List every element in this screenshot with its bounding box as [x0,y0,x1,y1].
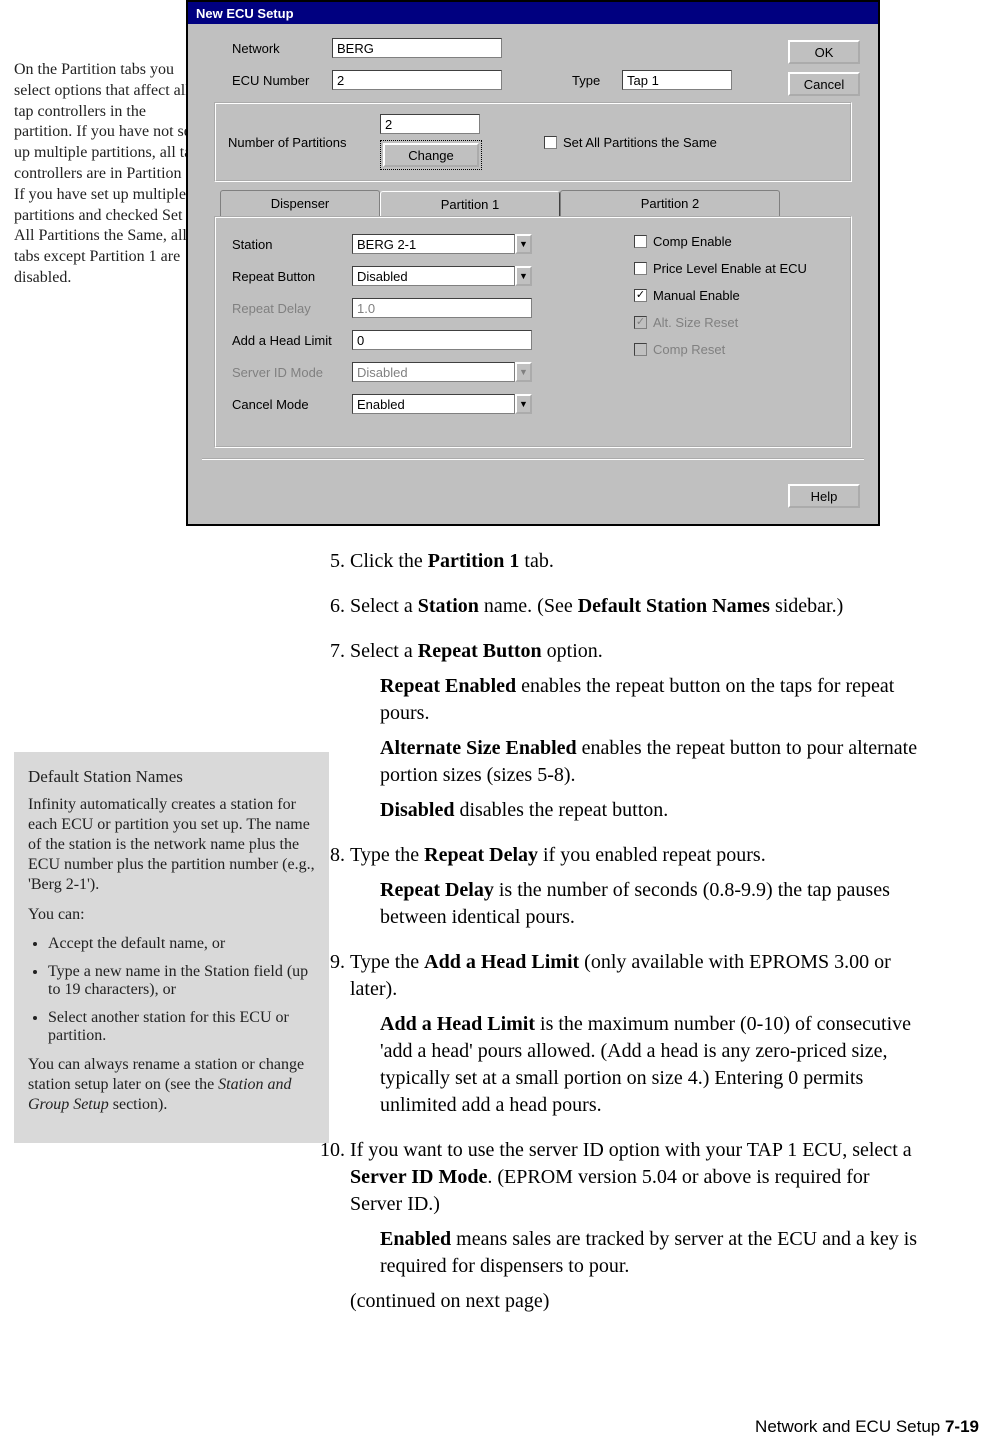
partitions-label: Number of Partitions [228,135,368,150]
sidebar-title: Default Station Names [28,766,315,787]
tab-partition-1[interactable]: Partition 1 [380,191,560,217]
statusbar [202,458,864,480]
repeat-delay-label: Repeat Delay [232,301,352,316]
chevron-down-icon[interactable]: ▼ [515,394,532,414]
server-id-label: Server ID Mode [232,365,352,380]
comp-reset-checkbox [634,343,647,356]
default-station-names-sidebar: Default Station Names Infinity automatic… [14,752,329,1143]
chevron-down-icon[interactable]: ▼ [515,266,532,286]
new-ecu-setup-dialog: New ECU Setup OK Cancel Network BERG ECU… [186,0,880,526]
cancel-button[interactable]: Cancel [788,72,860,96]
set-all-label: Set All Partitions the Same [563,135,717,150]
sidebar-p3: You can always rename a station or chang… [28,1055,315,1115]
station-select[interactable]: BERG 2-1 [352,234,515,254]
ok-button[interactable]: OK [788,40,860,64]
network-field[interactable]: BERG [332,38,502,58]
step-10: If you want to use the server ID option … [350,1137,920,1315]
repeat-button-select[interactable]: Disabled [352,266,515,286]
type-field[interactable]: Tap 1 [622,70,732,90]
price-level-label: Price Level Enable at ECU [653,261,807,276]
instruction-list: Click the Partition 1 tab. Select a Stat… [310,548,920,1333]
add-head-label: Add a Head Limit [232,333,352,348]
chevron-down-icon: ▼ [515,362,532,382]
set-all-checkbox[interactable] [544,136,557,149]
dialog-titlebar: New ECU Setup [188,2,878,24]
step-5: Click the Partition 1 tab. [350,548,920,575]
step-8: Type the Repeat Delay if you enabled rep… [350,842,920,931]
comp-enable-label: Comp Enable [653,234,732,249]
price-level-checkbox[interactable] [634,262,647,275]
page-footer: Network and ECU Setup 7-19 [755,1417,979,1437]
comp-enable-checkbox[interactable] [634,235,647,248]
help-button[interactable]: Help [788,484,860,508]
step-7: Select a Repeat Button option. Repeat En… [350,638,920,824]
type-label: Type [572,73,622,88]
network-label: Network [232,41,332,56]
partitions-field[interactable]: 2 [380,114,480,134]
alt-size-reset-checkbox: ✓ [634,316,647,329]
comp-reset-label: Comp Reset [653,342,725,357]
ecu-number-label: ECU Number [232,73,332,88]
change-button[interactable]: Change [383,143,479,167]
station-label: Station [232,237,352,252]
sidebar-bullet-2: Type a new name in the Station field (up… [48,963,315,999]
sidebar-p1: Infinity automatically creates a station… [28,795,315,895]
tab-dispenser[interactable]: Dispenser [220,190,380,216]
manual-enable-label: Manual Enable [653,288,740,303]
sidebar-bullet-3: Select another station for this ECU or p… [48,1009,315,1045]
repeat-delay-field: 1.0 [352,298,532,318]
sidebar-bullet-1: Accept the default name, or [48,935,315,953]
ecu-number-field[interactable]: 2 [332,70,502,90]
add-head-field[interactable]: 0 [352,330,532,350]
chevron-down-icon[interactable]: ▼ [515,234,532,254]
partition-1-panel: Station BERG 2-1 ▼ Repeat Button Disable… [214,216,852,448]
sidebar-p2: You can: [28,905,315,925]
alt-size-reset-label: Alt. Size Reset [653,315,738,330]
cancel-mode-select[interactable]: Enabled [352,394,515,414]
tab-partition-2[interactable]: Partition 2 [560,190,780,216]
manual-enable-checkbox[interactable]: ✓ [634,289,647,302]
repeat-button-label: Repeat Button [232,269,352,284]
step-6: Select a Station name. (See Default Stat… [350,593,920,620]
server-id-select: Disabled [352,362,515,382]
step-9: Type the Add a Head Limit (only availabl… [350,949,920,1119]
cancel-mode-label: Cancel Mode [232,397,352,412]
partition-note: On the Partition tabs you select options… [14,60,204,289]
